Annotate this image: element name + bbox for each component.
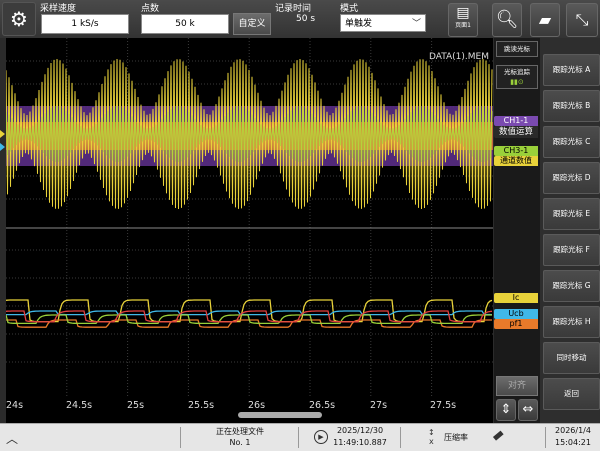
clock-date: 2026/1/4: [555, 426, 591, 435]
clock-time: 15:04:21: [555, 438, 591, 447]
x-tick: 27.5s: [430, 400, 457, 411]
chevron-down-icon: ﹀: [411, 19, 421, 29]
mode-select[interactable]: 单触发 ﹀: [340, 14, 426, 32]
channel-value-tag[interactable]: 通道数值: [494, 156, 538, 166]
waveform-svg: [6, 38, 493, 398]
cursor-f-button[interactable]: 跟踪光标 F: [543, 234, 600, 266]
ch3-tag[interactable]: CH3-1: [494, 146, 538, 156]
mode-label: 模式: [340, 4, 359, 14]
cursor-sidebar: 跟踪光标 A 跟踪光标 B 跟踪光标 C 跟踪光标 D 跟踪光标 E 跟踪光标 …: [540, 38, 600, 423]
x-tick: 25s: [127, 400, 145, 411]
cursor-h-button[interactable]: 跟踪光标 H: [543, 306, 600, 338]
cursor-e-button[interactable]: 跟踪光标 E: [543, 198, 600, 230]
sampling-rate-field[interactable]: 1 kS/s: [41, 14, 129, 34]
cursor-track-button[interactable]: 跳读光标: [496, 41, 538, 57]
divider: [400, 427, 401, 448]
usb-drive-icon: ▬: [488, 425, 508, 446]
waveform-display[interactable]: DATA(1).MEM 24s 24.5s 25s 25.5s 26s 26.5…: [6, 38, 493, 423]
cursor-c-button[interactable]: 跟踪光标 C: [543, 126, 600, 158]
divider: [545, 427, 546, 448]
x-tick: 27s: [370, 400, 388, 411]
align-button[interactable]: 对齐: [496, 376, 538, 396]
page-button[interactable]: ▤ 页面1: [448, 3, 478, 37]
math-tag[interactable]: 数值运算: [494, 126, 538, 138]
expand-icon[interactable]: ⤡: [566, 3, 598, 37]
custom-button[interactable]: 自定义: [233, 13, 271, 35]
horizontal-scrollbar[interactable]: [238, 412, 322, 418]
level-marker-icon: [0, 143, 5, 151]
mode-select-value: 单触发: [345, 19, 373, 29]
vertical-arrows-icon[interactable]: ⇕: [496, 399, 516, 421]
trigger-marker-icon: [0, 130, 5, 138]
toolbar: ⚙ 采样速度 1 kS/s 点数 50 k 自定义 记录时间 50 s 模式 单…: [0, 0, 600, 38]
x-tick: 25.5s: [188, 400, 215, 411]
play-time: 11:49:10.887: [333, 438, 387, 447]
folder-icon[interactable]: ▰: [530, 3, 560, 37]
cursor-search-button[interactable]: 光标追踪 ▮▮⊙: [496, 65, 538, 89]
cursor-g-button[interactable]: 跟踪光标 G: [543, 270, 600, 302]
page-icon: ▤: [456, 5, 470, 21]
record-time-value: 50 s: [296, 14, 316, 24]
x-tick: 26s: [248, 400, 266, 411]
horizontal-arrows-icon[interactable]: ⇔: [518, 399, 538, 421]
settings-gear-icon[interactable]: ⚙: [2, 2, 36, 36]
status-bar: ︿ 正在处理文件 No. 1 ▶ 2025/12/30 11:49:10.887…: [0, 423, 600, 451]
ucb-tag[interactable]: Ucb: [494, 309, 538, 319]
pf1-tag[interactable]: pf1: [494, 319, 538, 329]
cursor-b-button[interactable]: 跟踪光标 B: [543, 90, 600, 122]
chevron-up-icon[interactable]: ︿: [6, 430, 18, 447]
record-time-label: 记录时间: [275, 4, 312, 14]
divider: [180, 427, 181, 448]
x-tick: 24s: [6, 400, 24, 411]
sampling-rate-label: 采样速度: [40, 4, 77, 14]
file-label: DATA(1).MEM: [428, 52, 489, 62]
x-tick: 26.5s: [309, 400, 336, 411]
cursor-indicator-icon: ▮▮⊙: [510, 78, 524, 86]
move-together-button[interactable]: 同时移动: [543, 342, 600, 374]
search-icon[interactable]: 🔍︎: [492, 3, 522, 37]
compress-axes-icon: ↕ x: [428, 428, 435, 446]
back-button[interactable]: 返回: [543, 378, 600, 410]
processing-text: 正在处理文件: [216, 427, 264, 436]
points-field[interactable]: 50 k: [141, 14, 229, 34]
cursor-a-button[interactable]: 跟踪光标 A: [543, 54, 600, 86]
compress-label: 压缩率: [444, 433, 468, 442]
ch1-tag[interactable]: CH1-1: [494, 116, 538, 126]
points-label: 点数: [141, 4, 160, 14]
play-date: 2025/12/30: [336, 426, 384, 435]
file-number: No. 1: [229, 438, 251, 447]
divider: [298, 427, 299, 448]
cursor-search-label: 光标追踪: [504, 68, 530, 76]
channel-column: 跳读光标 光标追踪 ▮▮⊙ CH1-1 数值运算 CH3-1 通道数值 Ic U…: [494, 38, 540, 423]
page-button-label: 页面1: [455, 22, 471, 29]
x-tick: 24.5s: [66, 400, 93, 411]
cursor-d-button[interactable]: 跟踪光标 D: [543, 162, 600, 194]
play-icon[interactable]: ▶: [314, 430, 328, 444]
ic-tag[interactable]: Ic: [494, 293, 538, 303]
